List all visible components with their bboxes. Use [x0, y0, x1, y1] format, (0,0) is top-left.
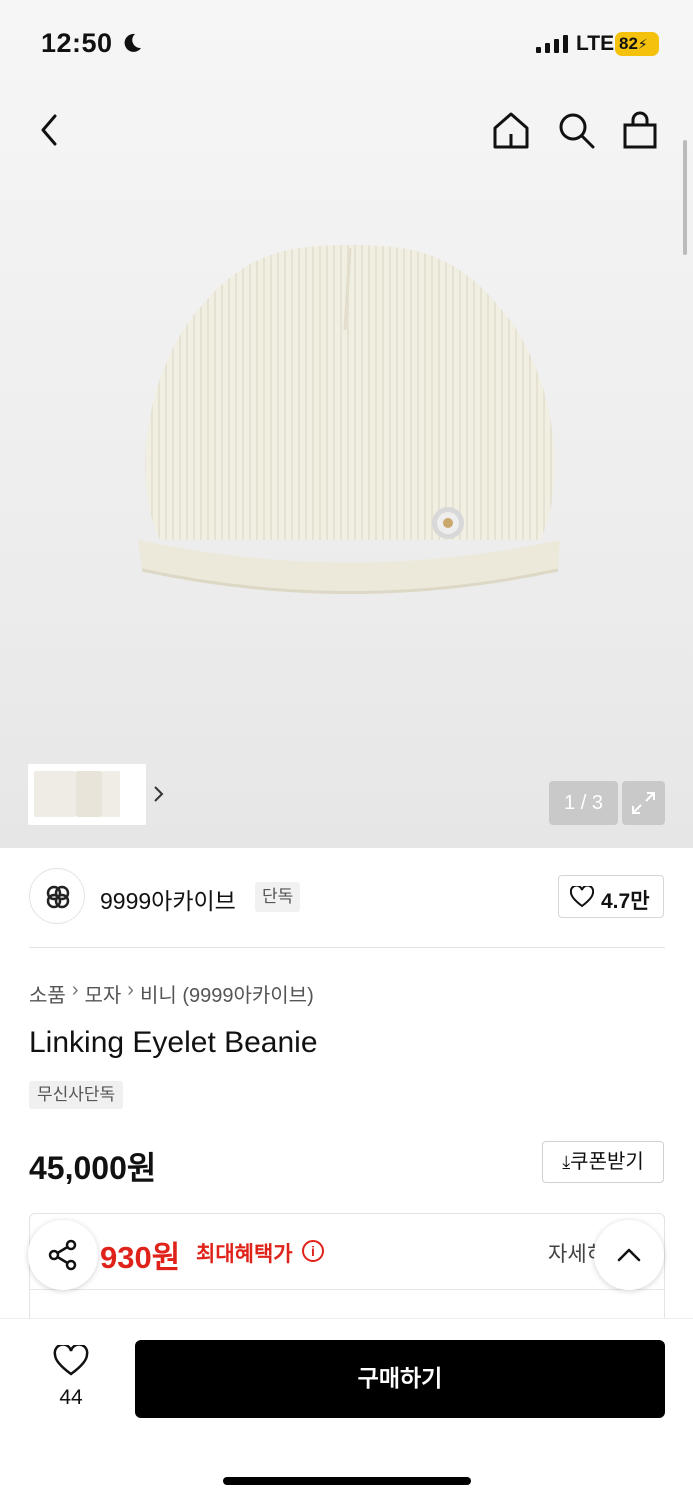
brand-logo[interactable] [29, 868, 85, 924]
scrollbar[interactable] [683, 140, 687, 255]
wishlist-count: 44 [59, 1386, 83, 1409]
heart-icon [570, 886, 594, 908]
search-button[interactable] [556, 110, 596, 150]
chevron-right-icon: › [71, 979, 79, 1001]
breadcrumb-item[interactable]: 비니 (9999아카이브) [140, 979, 314, 1008]
chevron-up-icon [617, 1248, 641, 1262]
product-title: Linking Eyelet Beanie [29, 1026, 318, 1059]
product-image-gallery[interactable]: 12:50 LTE 82⚡ 1 / 3 [0, 0, 693, 848]
product-price: 45,000원 [29, 1150, 157, 1186]
chevron-right-icon[interactable] [152, 782, 166, 806]
max-benefit-price: 930원 [100, 1240, 181, 1275]
signal-icon [536, 35, 568, 53]
max-benefit-label: 최대혜택가 [196, 1243, 293, 1266]
download-icon: ⤓ [562, 1152, 571, 1172]
thumbnail-2[interactable] [76, 771, 102, 817]
product-image [138, 245, 560, 594]
divider [29, 1289, 665, 1290]
heart-icon [53, 1343, 89, 1376]
share-button[interactable] [28, 1220, 98, 1290]
chevron-left-icon [41, 114, 57, 146]
divider [29, 947, 665, 948]
network-type: LTE [576, 32, 615, 55]
status-time: 12:50 [41, 28, 113, 58]
coupon-button[interactable]: ⤓쿠폰받기 [542, 1141, 664, 1183]
chevron-right-icon: › [127, 979, 134, 1001]
brand-row[interactable]: 9999아카이브 단독 4.7만 [0, 848, 693, 948]
breadcrumb-item[interactable]: 모자 [84, 979, 121, 1008]
search-icon [559, 113, 595, 149]
battery-icon: 82⚡ [615, 32, 659, 56]
info-icon[interactable]: i [302, 1240, 324, 1262]
home-icon [493, 112, 529, 149]
brand-like-button[interactable]: 4.7만 [558, 875, 664, 918]
coupon-label: 쿠폰받기 [570, 1151, 644, 1173]
thumbnail-1[interactable] [34, 771, 76, 817]
brand-exclusive-badge: 단독 [255, 882, 301, 912]
breadcrumb: 소품 › 모자 › 비니 (9999아카이브) [29, 979, 314, 1008]
expand-icon [632, 792, 655, 814]
breadcrumb-item[interactable]: 소품 [29, 979, 66, 1008]
home-button[interactable] [491, 110, 531, 150]
thumbnail-strip[interactable] [28, 764, 164, 825]
home-indicator [223, 1477, 471, 1485]
buy-button[interactable]: 구매하기 [135, 1340, 665, 1418]
exclusive-tag: 무신사단독 [29, 1081, 124, 1109]
back-button[interactable] [30, 110, 70, 150]
brand-name[interactable]: 9999아카이브 [100, 882, 236, 916]
brand-logo-icon [46, 885, 70, 909]
thumbnail-3[interactable] [102, 771, 120, 817]
expand-button[interactable] [622, 781, 665, 825]
brand-like-count: 4.7만 [601, 890, 650, 913]
moon-icon [124, 33, 141, 52]
scroll-top-button[interactable] [594, 1220, 664, 1290]
status-bar: 12:50 LTE 82⚡ [0, 0, 693, 88]
shopping-bag-icon [623, 111, 657, 149]
cart-button[interactable] [620, 110, 660, 150]
image-pager: 1 / 3 [549, 781, 618, 825]
detail-link[interactable]: 자세히 [548, 1238, 598, 1268]
wishlist-button[interactable]: 44 [45, 1343, 97, 1415]
battery-level: 82 [619, 34, 638, 53]
share-icon [48, 1239, 77, 1271]
